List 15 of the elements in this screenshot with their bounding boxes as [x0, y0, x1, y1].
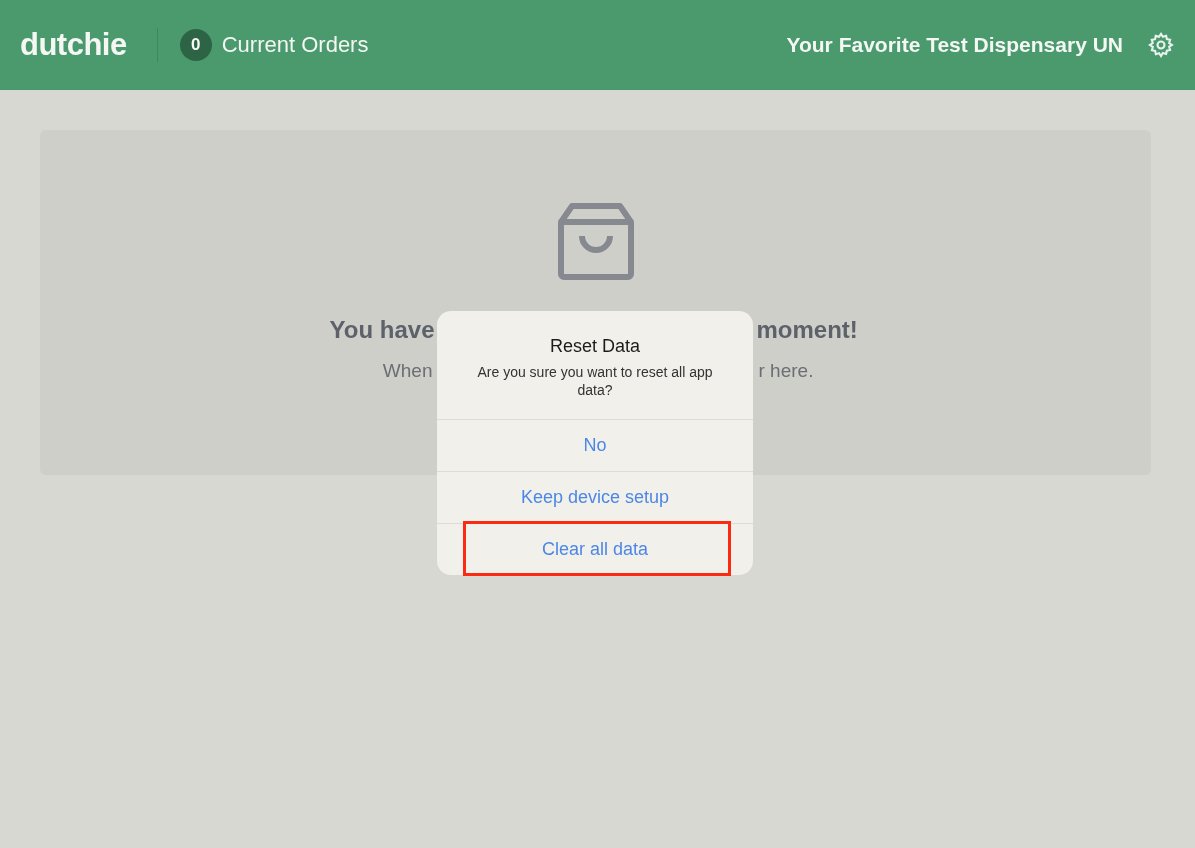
orders-label: Current Orders — [221, 32, 369, 58]
empty-heading: You have — [329, 316, 435, 343]
empty-message: r here. — [758, 360, 814, 381]
dialog-action[interactable]: Keep device setup — [437, 471, 753, 523]
order-count: 0 — [179, 29, 212, 61]
shopping-bag-icon — [557, 202, 634, 280]
store-name: Your Favorite Test Dispensary UN — [786, 33, 1123, 57]
dialog-title: Reset Data — [548, 335, 641, 357]
dialog-action[interactable]: Clear all data — [437, 523, 753, 575]
dialog-message: Are you sure you want to reset all app data? — [476, 363, 714, 400]
empty-heading: moment! — [756, 316, 858, 343]
empty-message: When — [382, 360, 433, 381]
dialog-action[interactable]: No — [437, 419, 753, 471]
logo: dutchie — [20, 27, 127, 63]
settings-icon[interactable] — [1147, 31, 1175, 59]
